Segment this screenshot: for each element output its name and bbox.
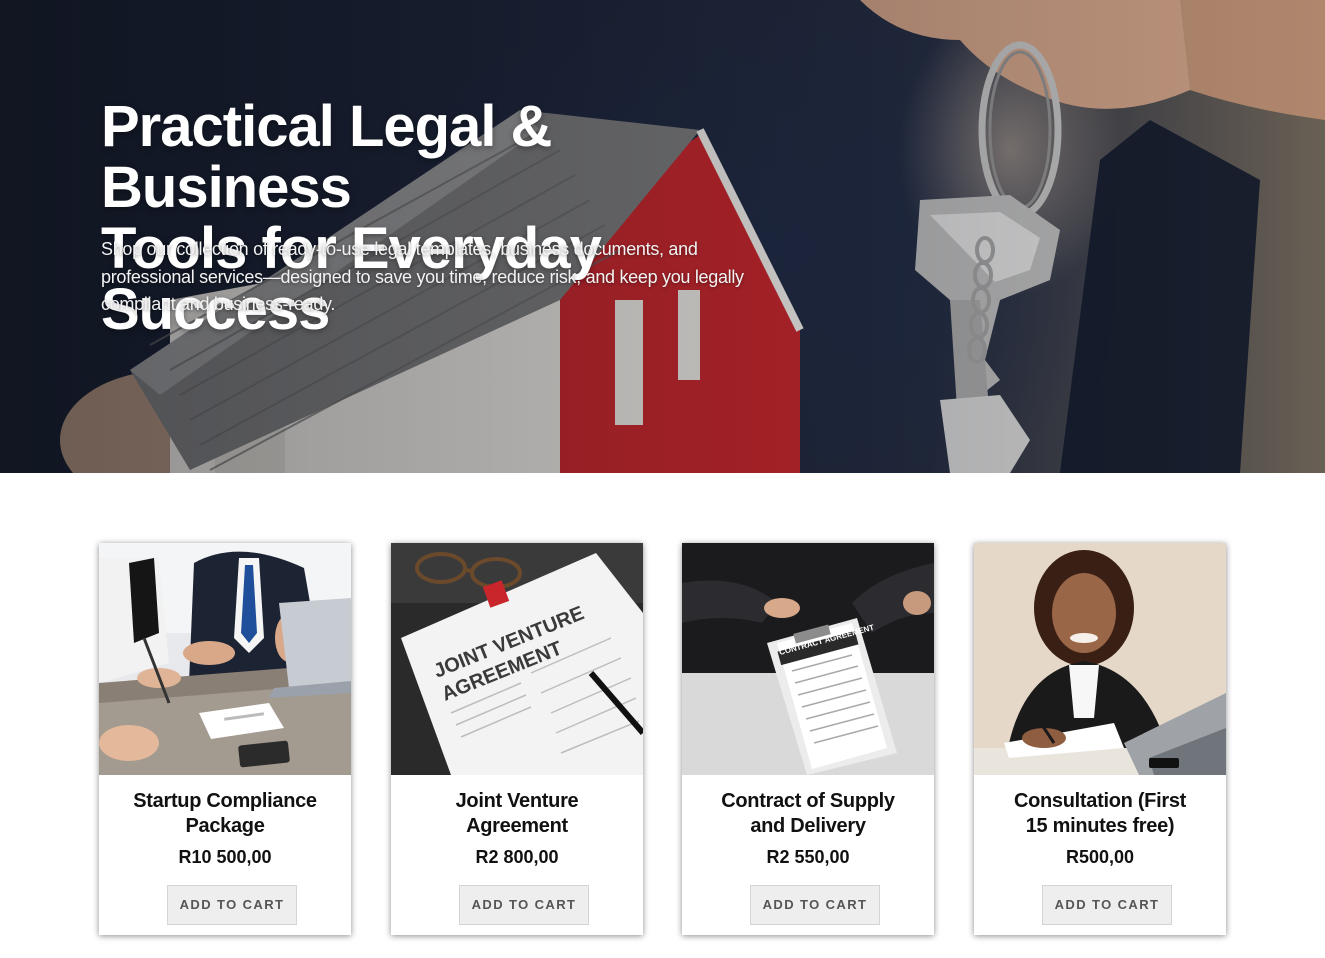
product-price: R2 800,00 — [475, 847, 559, 867]
product-image-joint-venture-document[interactable]: JOINT VENTURE AGREEMENT — [391, 543, 643, 775]
product-name[interactable]: Contract of Supply and Delivery — [682, 789, 934, 839]
add-to-cart-button[interactable]: ADD TO CART — [167, 885, 297, 925]
product-price: R2 550,00 — [766, 847, 850, 867]
product-price: R10 500,00 — [178, 847, 272, 867]
product-price: R500,00 — [1065, 847, 1135, 867]
product-card[interactable]: Startup Compliance Package R10 500,00 AD… — [99, 543, 351, 935]
product-grid: Startup Compliance Package R10 500,00 AD… — [0, 473, 1325, 958]
product-image-business-meeting[interactable] — [99, 543, 351, 775]
product-card[interactable]: JOINT VENTURE AGREEMENT Joint Venture Ag… — [391, 543, 643, 935]
product-name[interactable]: Consultation (First 15 minutes free) — [974, 789, 1226, 839]
product-name[interactable]: Joint Venture Agreement — [391, 789, 643, 839]
hero-banner: Practical Legal & Business Tools for Eve… — [0, 0, 1325, 473]
product-image-contract-agreement[interactable]: CONTRACT AGREEMENT — [682, 543, 934, 775]
hero-subtitle: Shop our collection of ready-to-use lega… — [101, 239, 744, 314]
add-to-cart-button[interactable]: ADD TO CART — [459, 885, 589, 925]
add-to-cart-button[interactable]: ADD TO CART — [1042, 885, 1172, 925]
product-card[interactable]: CONTRACT AGREEMENT Contract of Supply an… — [682, 543, 934, 935]
product-image-consultant-portrait[interactable] — [974, 543, 1226, 775]
product-name[interactable]: Startup Compliance Package — [99, 789, 351, 839]
hero-title-line1: Practical Legal & Business — [101, 94, 552, 220]
add-to-cart-button[interactable]: ADD TO CART — [750, 885, 880, 925]
product-card[interactable]: Consultation (First 15 minutes free) R50… — [974, 543, 1226, 935]
